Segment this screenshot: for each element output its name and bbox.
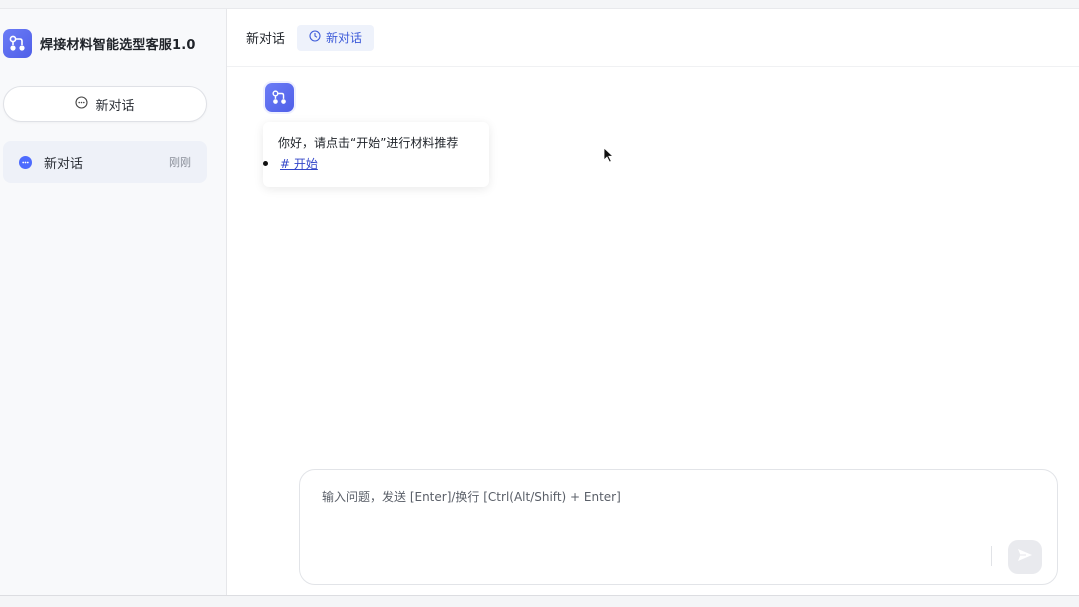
bullet [263, 161, 268, 166]
start-link[interactable]: # 开始 [280, 155, 318, 172]
send-icon [1016, 546, 1034, 568]
app-title: 焊接材料智能选型客服1.0 [40, 38, 196, 53]
assistant-message: 你好，请点击“开始”进行材料推荐 # 开始 [263, 122, 489, 187]
brand: 焊接材料智能选型客服1.0 [3, 29, 196, 58]
chat-dot-icon [19, 155, 32, 169]
list-item: # 开始 [263, 155, 318, 172]
conversation-label: 新对话 [44, 156, 84, 172]
bot-avatar [265, 83, 294, 112]
chat-bubble-icon [75, 95, 89, 113]
sidebar: 焊接材料智能选型客服1.0 新对话 新对话 刚刚 [0, 9, 227, 595]
conversation-item[interactable]: 新对话 刚刚 [3, 141, 207, 183]
chat-header: 新对话 新对话 [227, 9, 1079, 67]
conversation-tag-label: 新对话 [326, 31, 363, 45]
flow-nodes-icon [272, 90, 286, 104]
chat-title: 新对话 [246, 32, 286, 47]
conversation-tag[interactable]: 新对话 [297, 24, 375, 51]
message-input[interactable] [322, 488, 1002, 548]
send-button[interactable] [1008, 540, 1042, 574]
mouse-cursor-icon [603, 147, 615, 167]
flow-nodes-icon [3, 29, 32, 58]
new-chat-button[interactable]: 新对话 [3, 86, 207, 122]
message-text: 你好，请点击“开始”进行材料推荐 [278, 136, 459, 150]
chat-main: 新对话 新对话 你好，请点击“开始”进行材料推荐 # 开始 输入问题，发送 [E… [227, 9, 1079, 595]
message-link-list: # 开始 [263, 155, 318, 172]
divider [991, 546, 992, 566]
composer [299, 469, 1058, 585]
clock-icon [309, 30, 321, 45]
new-chat-label: 新对话 [95, 98, 135, 114]
app-window: 焊接材料智能选型客服1.0 新对话 新对话 刚刚 新对话 新对话 你好，请点击“… [0, 8, 1079, 596]
conversation-time: 刚刚 [169, 156, 191, 169]
